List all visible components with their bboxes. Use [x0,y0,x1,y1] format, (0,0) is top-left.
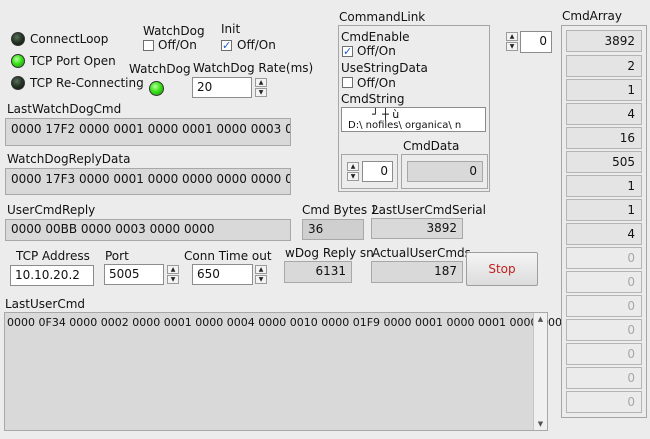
last-user-cmd-label: LastUserCmd [5,297,86,311]
stop-button[interactable]: Stop [466,252,538,286]
spinner-up-icon[interactable]: ▲ [167,265,179,274]
user-cmd-reply-display: 0000 00BB 0000 0003 0000 0000 [5,219,291,241]
cmd-array-cell[interactable]: 0 [566,271,642,293]
tcp-port-open-led [11,54,25,68]
cmd-data-value-display: 0 [407,161,483,182]
cmd-data-label: CmdData [403,139,460,153]
user-cmd-reply-label: UserCmdReply [7,203,96,217]
cmd-data-index-spinner[interactable]: ▲ ▼ [347,162,359,181]
cmd-string-text: D:\ nofiles\ organica\ n [348,120,462,131]
cmd-array-label: CmdArray [562,9,623,23]
watchdog-rate-input[interactable]: 20 [192,77,252,98]
use-string-data-checkbox[interactable] [342,77,353,88]
command-link-panel: CmdEnable ✓ Off/On UseStringData Off/On … [338,25,490,192]
conn-timeout-input[interactable]: 650 [192,264,253,285]
tcp-port-open-label: TCP Port Open [30,54,116,68]
last-user-cmd-serial-label: LastUserCmdSerial [372,203,486,217]
use-string-data-label: UseStringData [341,61,428,75]
cmd-enable-checkbox[interactable]: ✓ [342,46,353,57]
cmd-array-cell[interactable]: 1 [566,199,642,221]
conn-timeout-label: Conn Time out [184,249,272,263]
cmd-array-cell[interactable]: 0 [566,247,642,269]
init-label: Init [221,22,241,36]
watchdog-led [149,81,164,96]
cmd-bytes-label: Cmd Bytes 2 [302,203,379,217]
tcp-address-input[interactable]: 10.10.20.2 [10,265,94,286]
init-checkbox[interactable]: ✓ [221,40,232,51]
cmd-array-cell[interactable]: 2 [566,55,642,77]
watchdog-rate-spinner[interactable]: ▲ ▼ [255,78,267,97]
spinner-up-icon[interactable]: ▲ [506,32,518,41]
cmd-array-index-input[interactable]: 0 [520,31,552,53]
cmd-array-cell[interactable]: 4 [566,103,642,125]
cmd-array-cell[interactable]: 0 [566,319,642,341]
last-user-cmd-text: 0000 0F34 0000 0002 0000 0001 0000 0004 … [7,316,569,329]
cmd-array-cell[interactable]: 0 [566,391,642,413]
last-user-cmd-display: 0000 0F34 0000 0002 0000 0001 0000 0004 … [4,312,569,431]
watchdog-reply-label: WatchDogReplyData [7,152,131,166]
cmd-array-cell[interactable]: 3892 [566,30,642,52]
watchdog-toggle-label: Off/On [158,38,197,52]
last-watchdog-cmd-label: LastWatchDogCmd [7,102,122,116]
watchdog-reply-display: 0000 17F3 0000 0001 0000 0000 0000 0000 … [5,168,291,195]
watchdog-led-label: WatchDog [129,62,191,76]
cmd-array-cell[interactable]: 1 [566,175,642,197]
command-link-title: CommandLink [339,10,426,24]
watchdog-label: WatchDog [143,24,205,38]
wdog-reply-sn-label: wDog Reply sn [285,246,374,260]
cmd-array-cell[interactable]: 4 [566,223,642,245]
spinner-down-icon[interactable]: ▼ [255,88,267,97]
last-watchdog-cmd-display: 0000 17F2 0000 0001 0000 0001 0000 0003 … [5,118,291,146]
spinner-up-icon[interactable]: ▲ [255,265,267,274]
cmd-array-cell[interactable]: 0 [566,295,642,317]
connect-loop-label: ConnectLoop [30,32,109,46]
watchdog-checkbox[interactable] [143,40,154,51]
connect-loop-led [11,32,25,46]
port-input[interactable]: 5005 [104,264,164,285]
last-user-cmd-serial-display: 3892 [371,218,463,239]
conn-timeout-spinner[interactable]: ▲ ▼ [255,265,267,284]
actual-user-cmds-label: ActualUserCmds [372,246,471,260]
cmd-enable-label: CmdEnable [341,30,410,44]
tcp-reconnecting-label: TCP Re-Connecting [30,76,144,90]
cmd-enable-toggle-label: Off/On [357,44,396,58]
cmd-array-cell[interactable]: 16 [566,127,642,149]
spinner-down-icon[interactable]: ▼ [255,275,267,284]
scroll-down-icon[interactable]: ▼ [534,418,547,430]
last-user-cmd-scrollbar[interactable]: ▲ ▼ [533,313,547,430]
cmd-string-input[interactable]: ┘ ┼ ù D:\ nofiles\ organica\ n [341,107,486,132]
cmd-array-index-spinner[interactable]: ▲ ▼ [506,32,518,51]
wdog-reply-sn-display: 6131 [284,261,352,283]
actual-user-cmds-display: 187 [371,261,463,283]
use-string-data-toggle-label: Off/On [357,76,396,90]
cmd-bytes-display: 36 [302,219,364,240]
cmd-array-cell[interactable]: 1 [566,79,642,101]
cmd-data-index-input[interactable]: 0 [362,161,393,182]
watchdog-rate-label: WatchDog Rate(ms) [193,61,314,75]
spinner-down-icon[interactable]: ▼ [347,172,359,181]
cmd-array-cell[interactable]: 0 [566,343,642,365]
tcp-address-label: TCP Address [16,249,90,263]
spinner-down-icon[interactable]: ▼ [506,42,518,51]
port-label: Port [105,249,129,263]
scroll-up-icon[interactable]: ▲ [534,313,547,325]
cmd-string-label: CmdString [341,92,405,106]
port-spinner[interactable]: ▲ ▼ [167,265,179,284]
tcp-reconnecting-led [11,76,25,90]
spinner-up-icon[interactable]: ▲ [255,78,267,87]
init-toggle-label: Off/On [237,38,276,52]
spinner-down-icon[interactable]: ▼ [167,275,179,284]
cmd-array-cell[interactable]: 0 [566,367,642,389]
cmd-array-cell[interactable]: 505 [566,151,642,173]
spinner-up-icon[interactable]: ▲ [347,162,359,171]
